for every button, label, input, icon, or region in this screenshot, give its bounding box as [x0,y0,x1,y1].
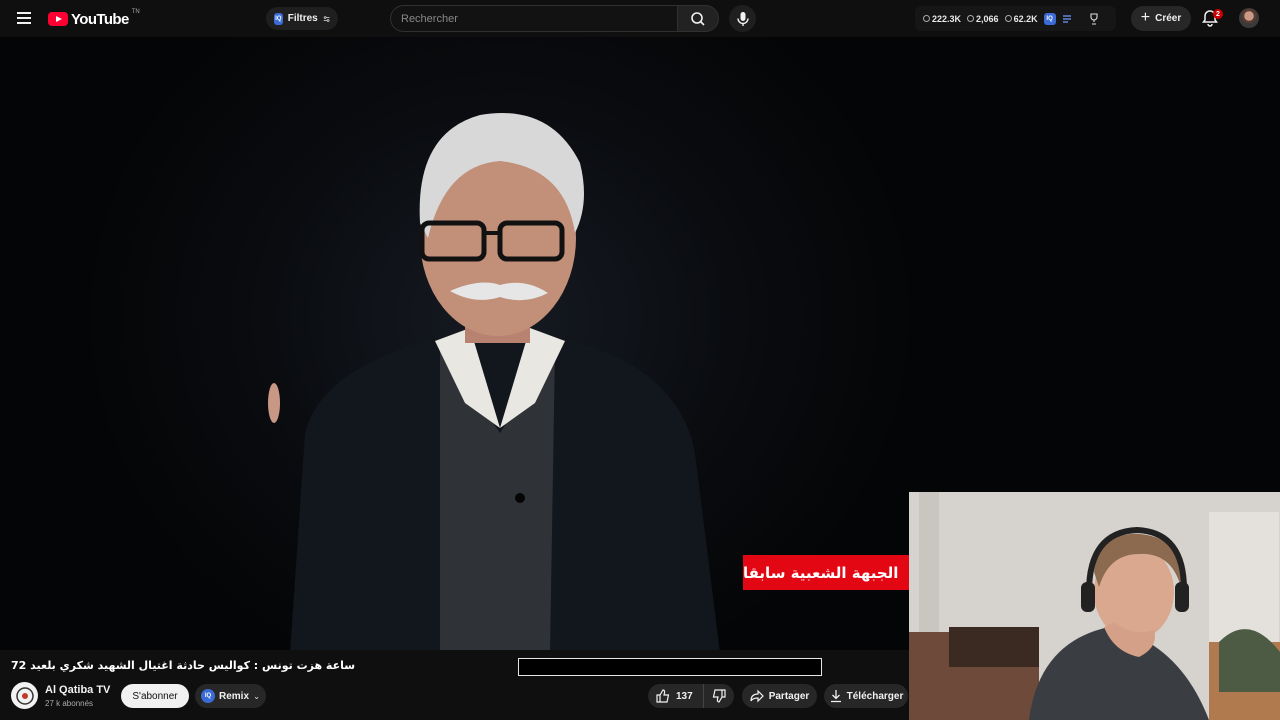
search-box [390,5,678,32]
channel-avatar[interactable] [11,682,38,709]
share-button[interactable]: Partager [742,684,817,708]
search-button[interactable] [677,5,719,32]
like-button[interactable]: 137 [648,684,704,708]
search-input[interactable] [401,12,668,25]
streamer-figure [909,492,1280,720]
remix-button[interactable]: IQ Remix ⌄ [195,684,266,708]
youtube-logo[interactable]: YouTube TN [48,8,140,30]
video-info-bar: 72 ساعة هزت تونس : كواليس حادثة اغتيال ا… [0,650,909,720]
extension-badge-icon: IQ [201,689,215,703]
eye-icon [967,15,975,22]
plus-icon: + [1140,8,1151,26]
extension-badge-icon[interactable]: IQ [1043,12,1056,25]
webcam-overlay [909,492,1280,720]
logo-country-code: TN [131,9,140,15]
top-bar: YouTube TN IQ Filtres 222.3K 2,066 62.2K… [0,0,1280,37]
download-label: Télécharger [846,690,904,702]
create-label: Créer [1155,13,1182,24]
voice-search-button[interactable] [729,5,756,32]
create-button[interactable]: + Créer [1131,6,1191,31]
thumbs-up-icon [656,689,670,703]
channel-logo-icon [15,686,34,705]
video-title: 72 ساعة هزت تونس : كواليس حادثة اغتيال ا… [11,659,356,672]
stat-total-value: 62.2K [1013,13,1038,24]
notification-badge: 2 [1213,9,1223,19]
stat-time-value: 222.3K [932,13,962,24]
channel-name[interactable]: Al Qatiba TV [45,684,110,696]
clock-icon [923,15,930,22]
thumbs-down-icon [712,689,726,703]
logo-text: YouTube [71,10,129,28]
chapters-box[interactable] [518,658,822,676]
speaker-figure [268,113,720,650]
stat-views-value: 2,066 [976,13,999,24]
filters-button[interactable]: IQ Filtres [266,7,338,30]
download-button[interactable]: Télécharger [824,684,908,708]
stat-total: 62.2K [1004,13,1038,24]
download-icon [830,690,841,703]
eye-outline-icon [1004,15,1012,22]
stat-views: 2,066 [967,14,999,24]
remix-label: Remix [219,690,250,702]
like-count: 137 [676,690,693,702]
filters-label: Filtres [287,13,318,24]
menu-icon[interactable] [14,9,34,29]
trophy-icon[interactable] [1088,12,1100,25]
extension-badge-icon: IQ [274,12,283,25]
youtube-play-icon [48,12,68,26]
subscribe-button[interactable]: S'abonner [121,684,189,708]
chevron-down-icon: ⌄ [253,691,260,701]
subscriber-count: 27 k abonnés [45,699,94,708]
stat-time: 222.3K [923,14,961,24]
share-label: Partager [768,690,810,702]
news-chyron: الجبهة الشعبية سابقا [743,555,909,590]
dislike-button[interactable] [704,684,734,708]
list-icon[interactable] [1062,14,1072,24]
share-icon [750,689,764,703]
search-icon [691,11,705,26]
extension-stats[interactable]: 222.3K 2,066 62.2K IQ [915,6,1116,31]
account-avatar[interactable] [1239,8,1259,28]
sliders-icon [323,15,330,22]
like-dislike-group: 137 [648,684,734,708]
microphone-icon [736,11,749,26]
